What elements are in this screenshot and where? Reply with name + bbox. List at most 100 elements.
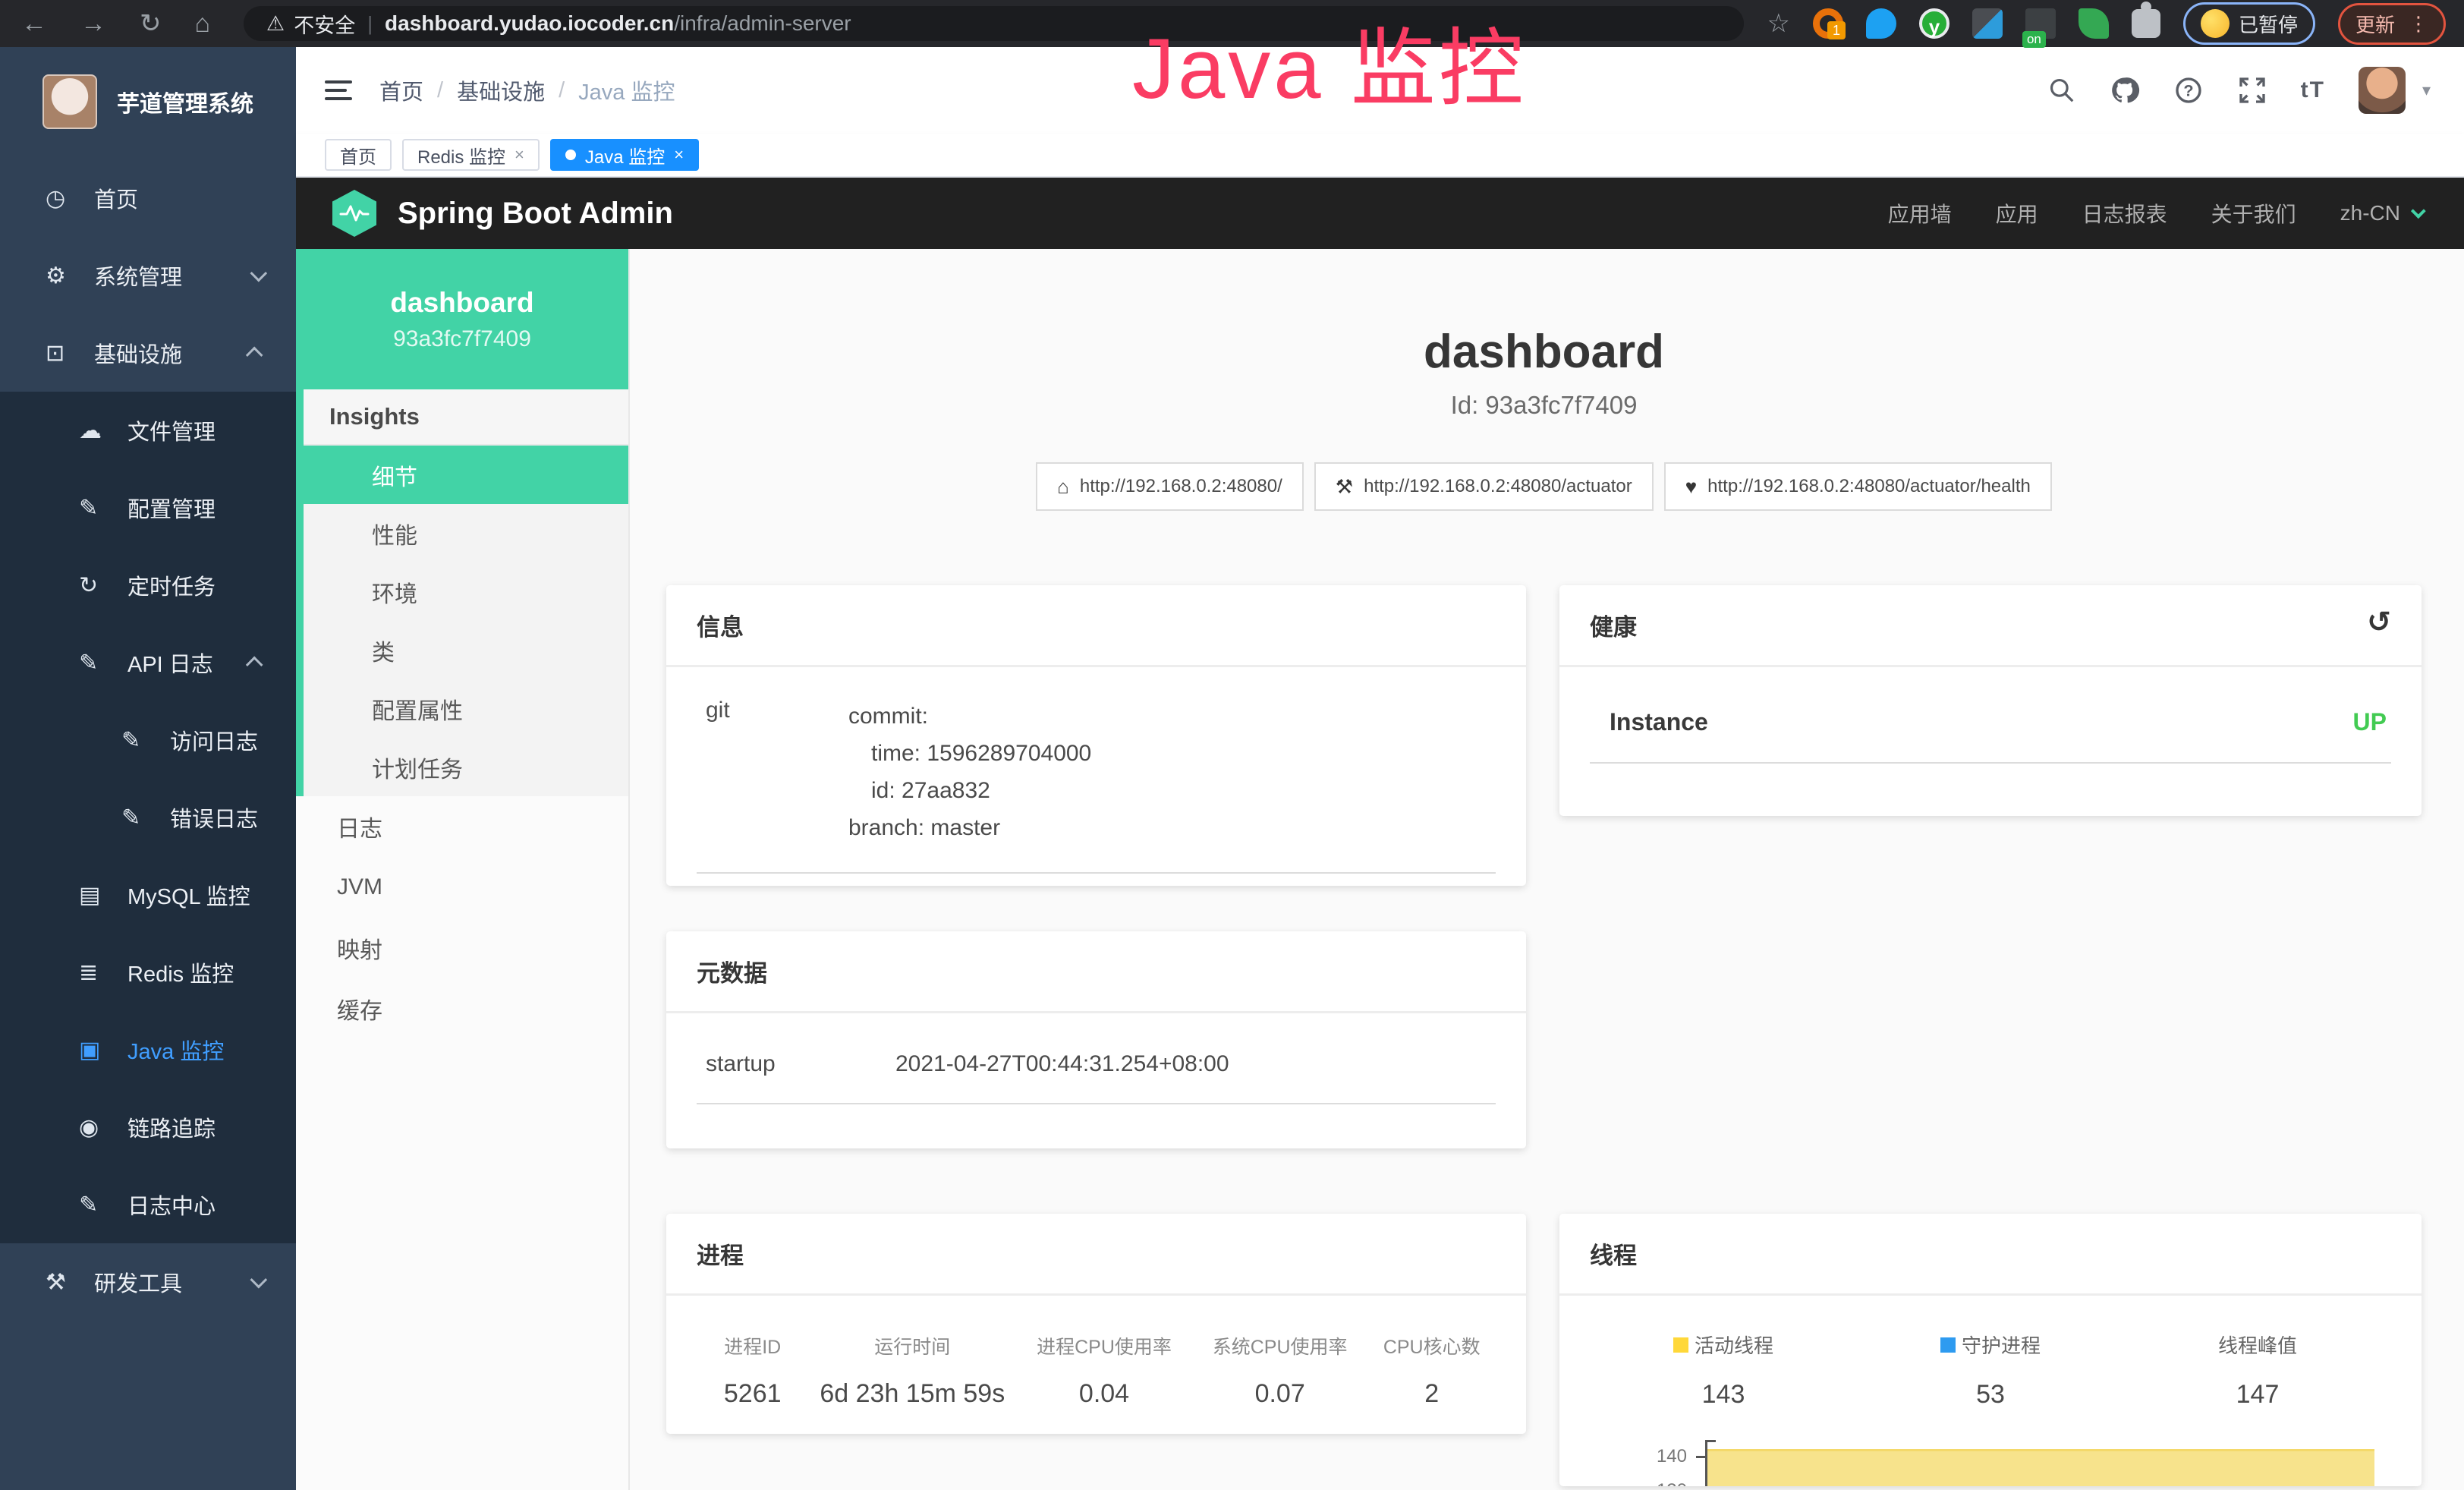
sidebar-item-label: API 日志 <box>127 647 250 679</box>
sidebar-item-system[interactable]: ⚙ 系统管理 <box>0 237 296 314</box>
git-id-line: id: 27aa832 <box>848 772 1091 809</box>
github-icon[interactable] <box>2110 75 2140 106</box>
tab-close-icon[interactable]: × <box>515 145 524 165</box>
menu-item-environment[interactable]: 环境 <box>304 562 628 621</box>
process-card-title: 进程 <box>666 1214 1526 1296</box>
app-title: 芋道管理系统 <box>117 85 253 118</box>
sidebar-item-label: 错误日志 <box>170 802 263 833</box>
sidebar-collapse-icon[interactable] <box>325 75 352 106</box>
sidebar-item-api-logs[interactable]: ✎ API 日志 <box>0 624 296 701</box>
extension-pin-icon[interactable] <box>1866 8 1896 39</box>
menu-item-logging[interactable]: 日志 <box>296 796 628 857</box>
sidebar-item-infra[interactable]: ⊡ 基础设施 <box>0 314 296 392</box>
forward-icon[interactable]: → <box>80 11 106 36</box>
extension-grid-icon[interactable] <box>1972 8 2003 39</box>
breadcrumb-separator: / <box>437 78 443 103</box>
health-status-badge: UP <box>2353 708 2387 736</box>
sidebar-item-label: 文件管理 <box>127 414 263 446</box>
sba-nav-wallboard[interactable]: 应用墙 <box>1888 198 1952 228</box>
help-icon[interactable]: ? <box>2173 75 2204 106</box>
info-card: 信息 git commit: time: 1596289704000 id: 2… <box>666 585 1526 886</box>
menu-item-details[interactable]: 细节 <box>304 446 628 504</box>
sidebar-item-home[interactable]: ◷ 首页 <box>0 159 296 237</box>
breadcrumb-home[interactable]: 首页 <box>379 74 423 106</box>
breadcrumb-current: Java 监控 <box>578 74 675 106</box>
process-value-process-cpu: 0.04 <box>1016 1379 1192 1409</box>
locale-select[interactable]: zh-CN <box>2340 201 2422 225</box>
reload-icon[interactable]: ↻ <box>140 11 162 36</box>
process-header-cpu-cores: CPU核心数 <box>1367 1332 1495 1359</box>
instance-id-line: Id: 93a3fc7f7409 <box>666 391 2422 420</box>
threads-card-title: 线程 <box>1559 1214 2422 1296</box>
sidebar-item-redis-monitor[interactable]: ≣ Redis 监控 <box>0 934 296 1011</box>
process-header-process-cpu: 进程CPU使用率 <box>1016 1332 1192 1359</box>
sidebar-item-java-monitor[interactable]: ▣ Java 监控 <box>0 1011 296 1088</box>
fullscreen-icon[interactable] <box>2237 75 2267 106</box>
menu-item-config-props[interactable]: 配置属性 <box>304 679 628 738</box>
menu-item-metrics[interactable]: 性能 <box>304 504 628 562</box>
sidebar-item-label: 访问日志 <box>170 724 263 756</box>
tab-java-monitor[interactable]: Java 监控 × <box>550 139 699 171</box>
sba-nav-about[interactable]: 关于我们 <box>2211 198 2296 228</box>
extensions-puzzle-icon[interactable] <box>2132 9 2160 38</box>
browser-menu-kebab-icon[interactable]: ⋮ <box>2409 12 2428 36</box>
extension-leaf-icon[interactable] <box>2079 8 2109 39</box>
menu-item-mappings[interactable]: 映射 <box>296 918 628 978</box>
process-header-system-cpu: 系统CPU使用率 <box>1192 1332 1368 1359</box>
instance-header: dashboard 93a3fc7f7409 <box>296 249 628 389</box>
sidebar-item-mysql-monitor[interactable]: ▤ MySQL 监控 <box>0 856 296 934</box>
legend-label-live: 活动线程 <box>1695 1331 1773 1359</box>
actuator-url-button[interactable]: ⚒ http://192.168.0.2:48080/actuator <box>1314 462 1654 511</box>
sidebar-item-dev-tools[interactable]: ⚒ 研发工具 <box>0 1243 296 1321</box>
tab-label: 首页 <box>340 142 376 169</box>
instance-details-main: dashboard Id: 93a3fc7f7409 ⌂ http://192.… <box>630 249 2464 1490</box>
user-avatar[interactable] <box>2359 67 2406 114</box>
extension-orange-icon[interactable]: 1 <box>1813 8 1843 39</box>
menu-item-jvm[interactable]: JVM <box>296 857 628 918</box>
chevron-down-icon <box>250 1271 268 1289</box>
extension-lines-icon[interactable]: on <box>2025 8 2056 39</box>
tab-close-icon[interactable]: × <box>674 145 684 165</box>
chrome-update-button[interactable]: 更新 ⋮ <box>2338 3 2446 45</box>
process-value-pid: 5261 <box>697 1379 808 1409</box>
log-icon: ✎ <box>79 1192 127 1218</box>
sidebar-item-label: Java 监控 <box>127 1034 263 1066</box>
menu-item-scheduled[interactable]: 计划任务 <box>304 738 628 796</box>
health-instance-label: Instance <box>1610 708 1708 736</box>
sidebar-item-scheduled-tasks[interactable]: ↻ 定时任务 <box>0 547 296 624</box>
chart-tick <box>1696 1456 1707 1458</box>
font-size-icon[interactable]: tT <box>2301 77 2325 103</box>
breadcrumb-infra[interactable]: 基础设施 <box>457 74 545 106</box>
sba-nav-journal[interactable]: 日志报表 <box>2082 198 2167 228</box>
metadata-card: 元数据 startup 2021-04-27T00:44:31.254+08:0… <box>666 931 1526 1148</box>
tab-redis-monitor[interactable]: Redis 监控 × <box>402 139 540 171</box>
history-icon[interactable]: ↺ <box>2367 605 2391 639</box>
process-header-pid: 进程ID <box>697 1332 808 1359</box>
search-icon[interactable] <box>2047 76 2076 105</box>
menu-item-caches[interactable]: 缓存 <box>296 978 628 1039</box>
home-icon[interactable]: ⌂ <box>195 11 211 36</box>
process-value-system-cpu: 0.07 <box>1192 1379 1368 1409</box>
sidebar-item-error-logs[interactable]: ✎ 错误日志 <box>0 779 296 856</box>
sidebar-item-log-center[interactable]: ✎ 日志中心 <box>0 1166 296 1243</box>
gear-icon: ⚙ <box>46 263 94 289</box>
sba-nav-applications[interactable]: 应用 <box>1996 198 2038 228</box>
sidebar-item-config-management[interactable]: ✎ 配置管理 <box>0 469 296 547</box>
sidebar-item-label: 首页 <box>94 182 263 214</box>
sidebar-item-access-logs[interactable]: ✎ 访问日志 <box>0 701 296 779</box>
git-info-value: commit: time: 1596289704000 id: 27aa832 … <box>848 698 1091 872</box>
sidebar-item-tracing[interactable]: ◉ 链路追踪 <box>0 1088 296 1166</box>
bookmark-star-icon[interactable]: ☆ <box>1767 8 1789 39</box>
service-url-button[interactable]: ⌂ http://192.168.0.2:48080/ <box>1036 462 1304 511</box>
profile-paused-button[interactable]: 已暂停 <box>2183 2 2315 45</box>
sidebar-item-label: MySQL 监控 <box>127 879 263 911</box>
back-icon[interactable]: ← <box>21 11 47 36</box>
extension-y-icon[interactable]: y <box>1919 8 1949 39</box>
legend-value-live: 143 <box>1590 1380 1857 1410</box>
menu-item-classes[interactable]: 类 <box>304 621 628 679</box>
user-menu-caret-icon[interactable]: ▾ <box>2422 80 2431 100</box>
sidebar-item-file-management[interactable]: ☁ 文件管理 <box>0 392 296 469</box>
url-host: dashboard.yudao.iocoder.cn <box>385 11 674 36</box>
tab-home[interactable]: 首页 <box>325 139 392 171</box>
health-url-button[interactable]: ♥ http://192.168.0.2:48080/actuator/heal… <box>1664 462 2052 511</box>
